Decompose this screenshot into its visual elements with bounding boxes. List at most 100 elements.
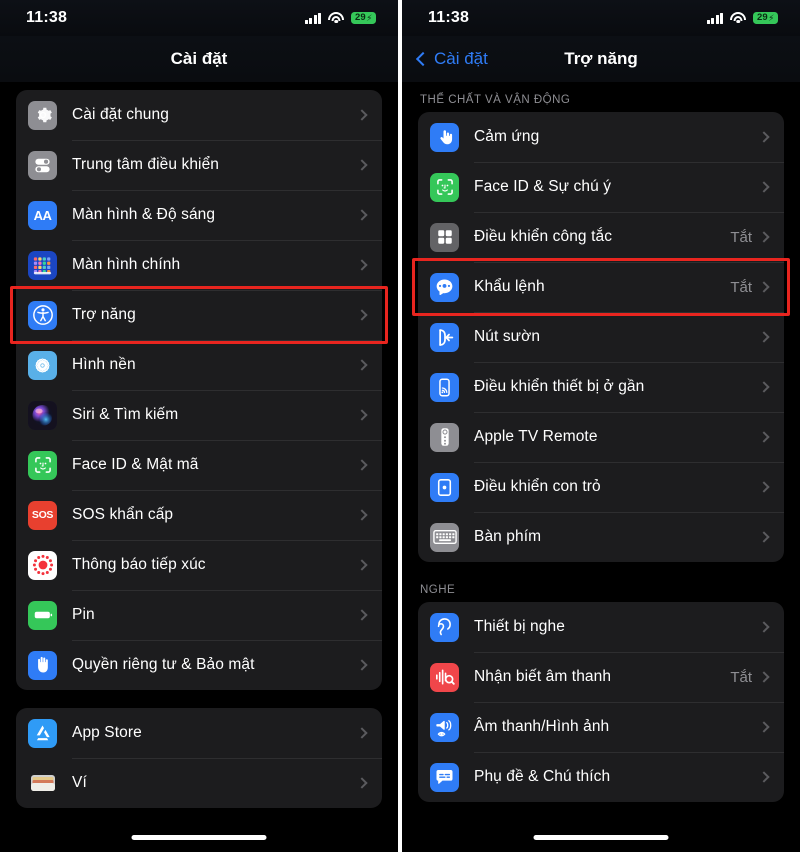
settings-row-label: Nhận biết âm thanh bbox=[474, 668, 612, 685]
settings-row-label: Apple TV Remote bbox=[474, 428, 598, 445]
cellular-signal-icon bbox=[706, 12, 723, 24]
battery-percent-label: 29 bbox=[757, 12, 768, 24]
nearby-device-icon bbox=[430, 372, 459, 402]
chevron-right-icon bbox=[758, 131, 770, 143]
settings-row-label: Màn hình & Độ sáng bbox=[72, 206, 216, 223]
chevron-right-icon bbox=[758, 231, 770, 243]
subtitles-icon bbox=[430, 762, 459, 792]
settings-group: Cảm ứng Face ID & Sự chú ý Điều khiển công… bbox=[418, 112, 784, 562]
settings-row[interactable]: Face ID & Sự chú ý bbox=[418, 162, 784, 212]
settings-row[interactable]: Khẩu lệnh Tắt bbox=[418, 262, 784, 312]
keyboard-icon bbox=[430, 522, 459, 552]
settings-row[interactable]: Bàn phím bbox=[418, 512, 784, 562]
gear-icon bbox=[28, 100, 57, 130]
chevron-right-icon bbox=[356, 109, 368, 121]
chevron-right-icon bbox=[356, 659, 368, 671]
chevron-right-icon bbox=[758, 431, 770, 443]
settings-row[interactable]: Phụ đề & Chú thích bbox=[418, 752, 784, 802]
chevron-right-icon bbox=[758, 181, 770, 193]
chevron-right-icon bbox=[356, 309, 368, 321]
chevron-right-icon bbox=[356, 509, 368, 521]
settings-row-label: Phụ đề & Chú thích bbox=[474, 768, 611, 785]
chevron-right-icon bbox=[356, 209, 368, 221]
status-bar-left: 11:38 29 ⚡ bbox=[0, 0, 398, 36]
settings-row[interactable]: App Store bbox=[16, 708, 382, 758]
home-indicator-right bbox=[533, 835, 669, 840]
siri-icon bbox=[28, 400, 57, 430]
settings-row-label: Face ID & Mật mã bbox=[72, 456, 199, 473]
accessibility-list-right[interactable]: THỂ CHẤT VÀ VẬN ĐỘNG Cảm ứng Face ID & Sự … bbox=[402, 82, 800, 802]
left-phone-settings-screen: 11:38 29 ⚡ Cài đặt Cài đặt chung Trung tâm… bbox=[0, 0, 398, 852]
settings-row[interactable]: Thiết bị nghe bbox=[418, 602, 784, 652]
settings-row[interactable]: Siri & Tìm kiếm bbox=[16, 390, 382, 440]
settings-row[interactable]: AA Màn hình & Độ sáng bbox=[16, 190, 382, 240]
page-title-left: Cài đặt bbox=[170, 49, 228, 68]
chevron-right-icon bbox=[758, 671, 770, 683]
settings-row-label: App Store bbox=[72, 724, 142, 741]
settings-row-label: Siri & Tìm kiếm bbox=[72, 406, 179, 423]
cellular-signal-icon bbox=[304, 12, 321, 24]
settings-row[interactable]: Ví bbox=[16, 758, 382, 808]
face-id-icon bbox=[28, 450, 57, 480]
settings-row[interactable]: Nút sườn bbox=[418, 312, 784, 362]
settings-row[interactable]: Hình nền bbox=[16, 340, 382, 390]
settings-row[interactable]: SOS SOS khẩn cấp bbox=[16, 490, 382, 540]
status-time: 11:38 bbox=[26, 9, 68, 26]
settings-row-value: Tắt bbox=[730, 668, 752, 686]
settings-row[interactable]: Thông báo tiếp xúc bbox=[16, 540, 382, 590]
settings-row[interactable]: Điều khiển công tắc Tắt bbox=[418, 212, 784, 262]
control-center-icon bbox=[28, 150, 57, 180]
settings-list-left[interactable]: Cài đặt chung Trung tâm điều khiển AA Màn h… bbox=[0, 82, 398, 808]
settings-row-label: Ví bbox=[72, 774, 87, 791]
settings-row-label: Thông báo tiếp xúc bbox=[72, 556, 206, 573]
settings-row[interactable]: Pin bbox=[16, 590, 382, 640]
pointer-control-icon bbox=[430, 472, 459, 502]
chevron-right-icon bbox=[356, 359, 368, 371]
settings-row[interactable]: Cài đặt chung bbox=[16, 90, 382, 140]
charging-bolt-icon: ⚡ bbox=[366, 12, 373, 23]
settings-group: Thiết bị nghe Nhận biết âm thanh Tắt Âm tha… bbox=[418, 602, 784, 802]
sos-icon: SOS bbox=[28, 500, 57, 530]
back-button-label: Cài đặt bbox=[434, 49, 488, 68]
nav-bar-right: Cài đặt Trợ năng bbox=[402, 36, 800, 82]
section-header: THỂ CHẤT VÀ VẬN ĐỘNG bbox=[420, 94, 571, 106]
wallpaper-icon bbox=[28, 350, 57, 380]
chevron-right-icon bbox=[758, 531, 770, 543]
voice-control-icon bbox=[430, 272, 459, 302]
chevron-right-icon bbox=[356, 459, 368, 471]
settings-row-label: Pin bbox=[72, 606, 95, 623]
settings-row[interactable]: Quyền riêng tư & Bảo mật bbox=[16, 640, 382, 690]
chevron-right-icon bbox=[758, 721, 770, 733]
status-indicators: 29 ⚡ bbox=[706, 11, 778, 25]
touch-icon bbox=[430, 122, 459, 152]
settings-row[interactable]: Face ID & Mật mã bbox=[16, 440, 382, 490]
battery-icon: 29 ⚡ bbox=[351, 11, 376, 25]
settings-row-label: Face ID & Sự chú ý bbox=[474, 178, 612, 195]
settings-row-value: Tắt bbox=[730, 278, 752, 296]
chevron-right-icon bbox=[758, 281, 770, 293]
chevron-right-icon bbox=[758, 481, 770, 493]
settings-row-label: SOS khẩn cấp bbox=[72, 506, 174, 523]
accessibility-icon bbox=[28, 300, 57, 330]
chevron-right-icon bbox=[356, 409, 368, 421]
settings-row-label: Cài đặt chung bbox=[72, 106, 169, 123]
settings-row[interactable]: Điều khiển con trỏ bbox=[418, 462, 784, 512]
settings-row[interactable]: Trợ năng bbox=[16, 290, 382, 340]
chevron-right-icon bbox=[758, 621, 770, 633]
chevron-right-icon bbox=[758, 771, 770, 783]
chevron-right-icon bbox=[356, 727, 368, 739]
settings-row[interactable]: Âm thanh/Hình ảnh bbox=[418, 702, 784, 752]
side-button-icon bbox=[430, 322, 459, 352]
wifi-icon bbox=[730, 12, 746, 24]
chevron-right-icon bbox=[356, 159, 368, 171]
wallet-icon bbox=[28, 768, 57, 798]
settings-row[interactable]: Cảm ứng bbox=[418, 112, 784, 162]
exposure-notification-icon bbox=[28, 550, 57, 580]
settings-row-label: Quyền riêng tư & Bảo mật bbox=[72, 656, 255, 673]
settings-row[interactable]: Apple TV Remote bbox=[418, 412, 784, 462]
settings-row[interactable]: Màn hình chính bbox=[16, 240, 382, 290]
settings-row[interactable]: Trung tâm điều khiển bbox=[16, 140, 382, 190]
settings-row[interactable]: Nhận biết âm thanh Tắt bbox=[418, 652, 784, 702]
settings-row[interactable]: Điều khiển thiết bị ở gần bbox=[418, 362, 784, 412]
back-button[interactable]: Cài đặt bbox=[415, 49, 488, 69]
